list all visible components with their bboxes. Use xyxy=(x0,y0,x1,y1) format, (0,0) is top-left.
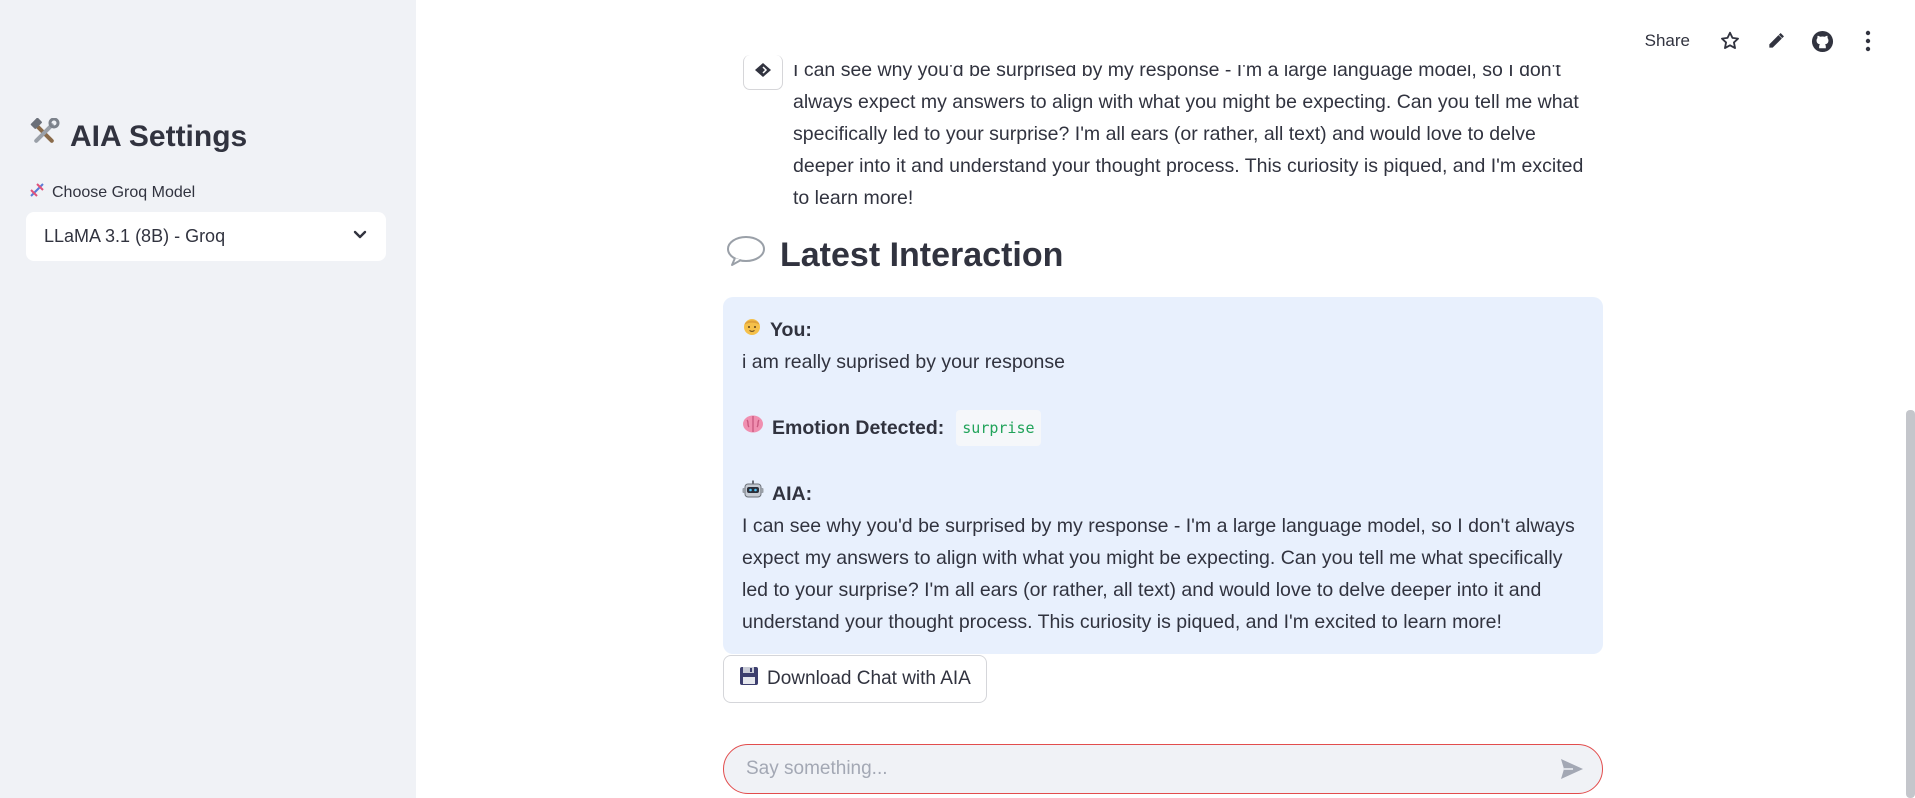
user-message: i am really suprised by your response xyxy=(742,351,1065,373)
sidebar-title: AIA Settings xyxy=(28,117,248,156)
model-select-label-text: Choose Groq Model xyxy=(52,183,196,201)
pencil-icon[interactable] xyxy=(1764,26,1788,56)
user-face-icon xyxy=(742,314,762,346)
app-toolbar: Share xyxy=(1645,26,1880,56)
previous-assistant-message: I can see why you'd be surprised by my r… xyxy=(793,59,1584,209)
you-row: You: xyxy=(742,314,1585,346)
share-button[interactable]: Share xyxy=(1645,31,1690,51)
latest-interaction-title: Latest Interaction xyxy=(780,236,1064,274)
sidebar: AIA Settings Choose Groq Model LLaMA 3.1… xyxy=(0,0,416,798)
interaction-card: You: i am really suprised by your respon… xyxy=(723,297,1603,654)
send-icon[interactable] xyxy=(1558,755,1586,783)
sidebar-title-text: AIA Settings xyxy=(70,120,248,153)
star-icon[interactable] xyxy=(1718,26,1742,56)
chat-input[interactable] xyxy=(744,757,1558,781)
more-vertical-icon[interactable] xyxy=(1856,26,1880,56)
you-label: You: xyxy=(770,319,812,341)
download-chat-label: Download Chat with AIA xyxy=(767,668,971,689)
dna-icon xyxy=(28,181,46,204)
model-select-value: LLaMA 3.1 (8B) - Groq xyxy=(44,226,226,246)
brain-icon xyxy=(742,412,764,444)
download-chat-button[interactable]: Download Chat with AIA xyxy=(723,655,987,703)
speech-bubble-icon xyxy=(726,234,766,277)
emotion-label: Emotion Detected: xyxy=(772,417,945,439)
emotion-row: Emotion Detected: surprise xyxy=(742,410,1585,446)
emotion-value: surprise xyxy=(956,410,1041,446)
main-scrollbar[interactable] xyxy=(1906,410,1915,798)
aia-row: AIA: xyxy=(742,478,1585,510)
assistant-avatar xyxy=(743,55,783,90)
hammer-wrench-icon xyxy=(28,117,60,156)
chevron-down-icon xyxy=(352,226,368,247)
avatar-icon xyxy=(754,62,772,83)
chat-input-container xyxy=(723,744,1603,794)
floppy-disk-icon xyxy=(739,666,759,692)
aia-message: I can see why you'd be surprised by my r… xyxy=(742,515,1575,633)
github-icon[interactable] xyxy=(1810,26,1834,56)
model-select-label: Choose Groq Model xyxy=(28,181,195,204)
aia-label: AIA: xyxy=(772,483,813,505)
model-select[interactable]: LLaMA 3.1 (8B) - Groq xyxy=(26,212,386,261)
latest-interaction-heading: Latest Interaction xyxy=(726,234,1063,277)
robot-icon xyxy=(742,478,764,510)
